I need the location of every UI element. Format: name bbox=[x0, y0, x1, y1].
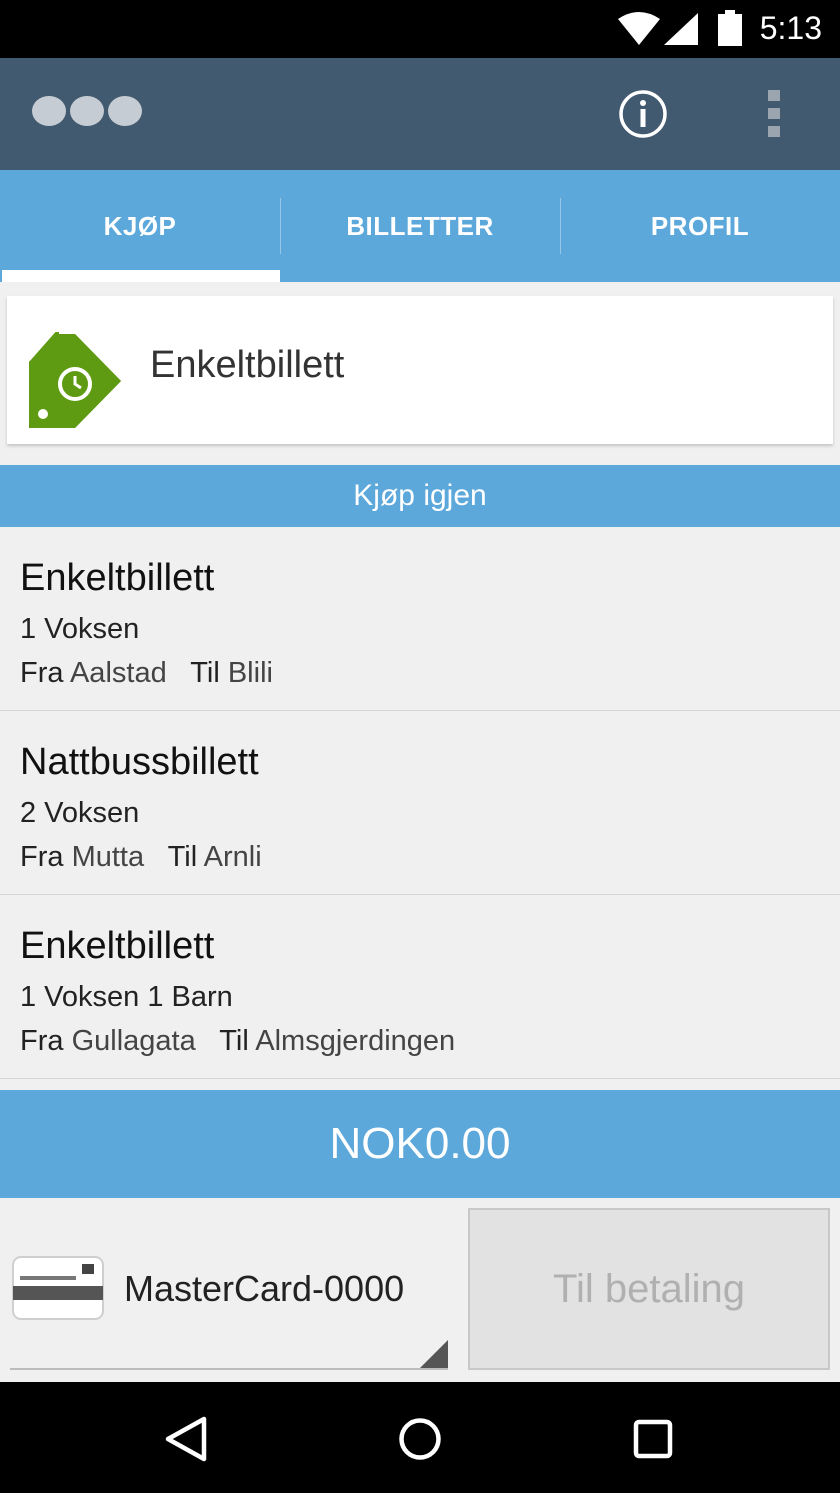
card-label: MasterCard-0000 bbox=[124, 1268, 405, 1309]
rebuy-item[interactable]: Nattbussbillett 2 Voksen Fra Mutta Til A… bbox=[0, 711, 840, 895]
status-time: 5:13 bbox=[759, 10, 822, 46]
rebuy-item-route: Fra Mutta Til Arnli bbox=[20, 841, 262, 874]
rebuy-item-passengers: 1 Voksen 1 Barn bbox=[20, 981, 233, 1013]
rebuy-item-passengers: 1 Voksen bbox=[20, 613, 140, 645]
more-vert-icon[interactable] bbox=[762, 88, 786, 140]
from-stop: Mutta bbox=[71, 841, 145, 873]
signal-icon bbox=[664, 13, 698, 45]
rebuy-item-passengers: 2 Voksen bbox=[20, 797, 140, 829]
recent-apps-icon[interactable] bbox=[633, 1419, 673, 1459]
rebuy-item[interactable]: Enkeltbillett 1 Voksen Fra Aalstad Til B… bbox=[0, 527, 840, 711]
wifi-icon bbox=[618, 12, 660, 45]
to-stop: Arnli bbox=[203, 841, 262, 873]
to-stop: Blili bbox=[227, 657, 273, 689]
tab-bar: KJØP BILLETTER PROFIL bbox=[0, 170, 840, 282]
pay-button[interactable]: Til betaling bbox=[468, 1208, 830, 1370]
ticket-type-label: Enkeltbillett bbox=[150, 344, 345, 386]
rebuy-item-title: Enkeltbillett bbox=[20, 925, 215, 967]
status-bar: 5:13 bbox=[0, 0, 840, 58]
card-dropdown[interactable]: MasterCard-0000 bbox=[10, 1238, 448, 1370]
ticket-tag-icon bbox=[29, 332, 121, 428]
payment-bar: MasterCard-0000 Til betaling bbox=[0, 1198, 840, 1382]
tab-kjop[interactable]: KJØP bbox=[0, 170, 280, 282]
app-bar bbox=[0, 58, 840, 170]
battery-icon bbox=[718, 10, 742, 46]
from-stop: Gullagata bbox=[71, 1025, 196, 1057]
tab-billetter[interactable]: BILLETTER bbox=[280, 170, 560, 282]
system-nav-bar bbox=[0, 1382, 840, 1493]
to-label: Til bbox=[219, 1025, 249, 1057]
main-content: Enkeltbillett Kjøp igjen Enkeltbillett 1… bbox=[0, 282, 840, 1382]
from-label: Fra bbox=[20, 841, 64, 873]
to-label: Til bbox=[190, 657, 220, 689]
tab-profil[interactable]: PROFIL bbox=[560, 170, 840, 282]
to-stop: Almsgjerdingen bbox=[255, 1025, 456, 1057]
from-label: Fra bbox=[20, 657, 64, 689]
ticket-type-selector[interactable]: Enkeltbillett bbox=[7, 296, 833, 444]
total-price: NOK0.00 bbox=[0, 1090, 840, 1198]
home-icon[interactable] bbox=[398, 1417, 442, 1461]
info-icon[interactable] bbox=[618, 89, 668, 139]
rebuy-item-route: Fra Gullagata Til Almsgjerdingen bbox=[20, 1025, 455, 1058]
rebuy-item-title: Nattbussbillett bbox=[20, 741, 259, 783]
rebuy-item-route: Fra Aalstad Til Blili bbox=[20, 657, 273, 690]
rebuy-item-title: Enkeltbillett bbox=[20, 557, 215, 599]
back-icon[interactable] bbox=[164, 1415, 208, 1463]
from-label: Fra bbox=[20, 1025, 64, 1057]
rebuy-header: Kjøp igjen bbox=[0, 465, 840, 527]
dropdown-triangle-icon bbox=[420, 1340, 448, 1368]
app-logo bbox=[32, 96, 142, 126]
rebuy-item[interactable]: Enkeltbillett 1 Voksen 1 Barn Fra Gullag… bbox=[0, 895, 840, 1079]
credit-card-icon bbox=[12, 1256, 104, 1320]
to-label: Til bbox=[167, 841, 198, 873]
from-stop: Aalstad bbox=[69, 657, 167, 689]
